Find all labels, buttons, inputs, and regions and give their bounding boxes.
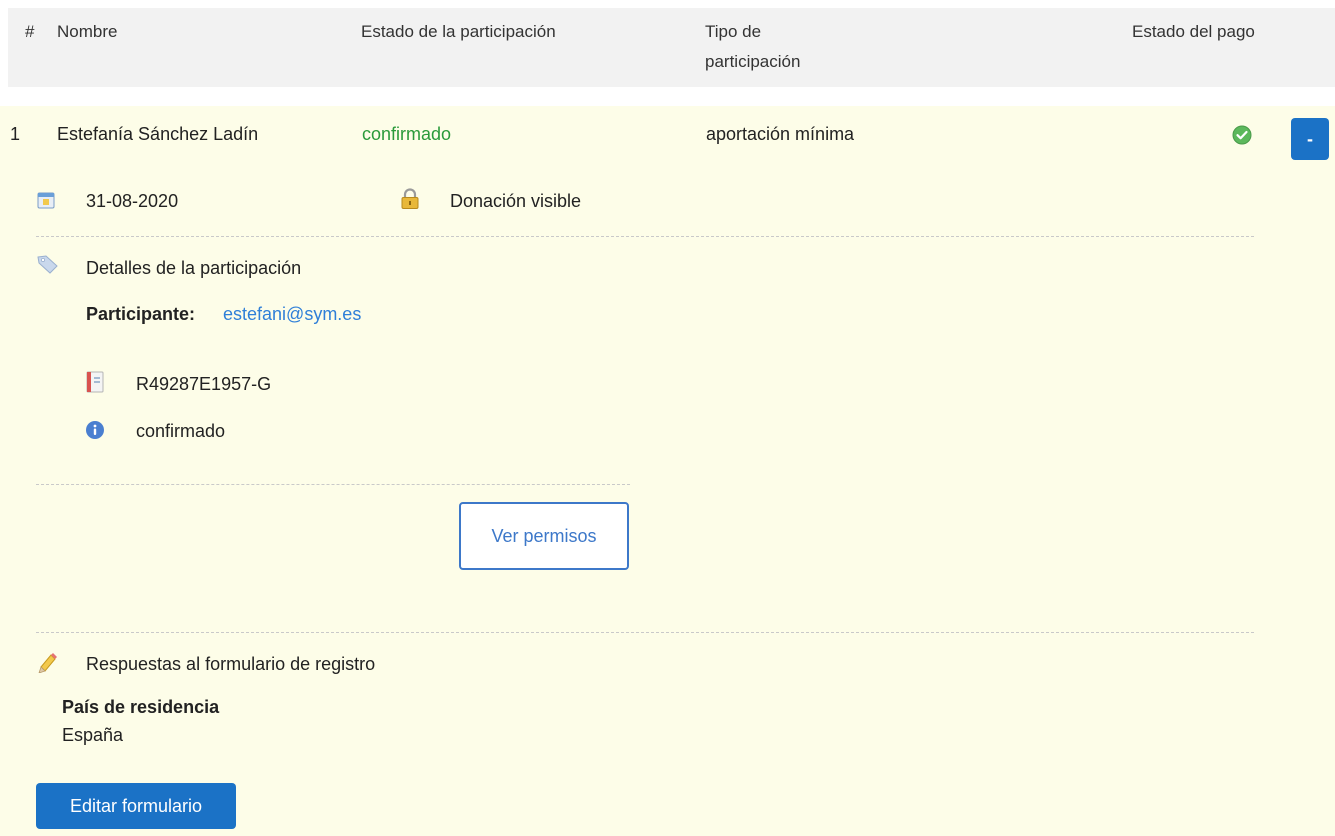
pencil-icon — [38, 653, 57, 673]
column-participation-type-header-line2: participación — [705, 52, 801, 71]
participation-reference: R49287E1957-G — [136, 374, 272, 394]
separator — [36, 632, 1254, 633]
lock-icon — [401, 188, 419, 209]
table-header: # Nombre Estado de la participación Tipo… — [8, 8, 1335, 87]
info-icon — [86, 421, 104, 439]
separator — [36, 236, 1254, 237]
participation-status: confirmado — [362, 124, 452, 144]
edit-form-button[interactable]: Editar formulario — [36, 783, 236, 829]
row-index: 1 — [10, 124, 21, 144]
column-participation-status-header: Estado de la participación — [361, 22, 556, 41]
book-icon — [86, 371, 104, 393]
column-name-header: Nombre — [57, 22, 118, 41]
separator — [36, 484, 630, 485]
visibility-status: Donación visible — [450, 191, 582, 211]
participant-name: Estefanía Sánchez Ladín — [57, 124, 259, 144]
column-payment-status-header: Estado del pago — [1132, 22, 1255, 41]
participation-details-title: Detalles de la participación — [86, 258, 302, 278]
participation-status-detail: confirmado — [136, 421, 226, 441]
table-row: 1 Estefanía Sánchez Ladín confirmado apo… — [0, 106, 1335, 836]
form-field-value: España — [62, 725, 124, 745]
form-answers-title: Respuestas al formulario de registro — [86, 654, 376, 674]
collapse-row-button[interactable]: - — [1291, 118, 1329, 160]
calendar-icon — [37, 192, 55, 209]
column-index-header: # — [25, 22, 35, 41]
participant-label: Participante: — [86, 304, 196, 324]
column-participation-type-header-line1: Tipo de — [705, 22, 762, 41]
check-circle-icon — [1232, 125, 1252, 145]
participant-email-link[interactable]: estefani@sym.es — [223, 302, 361, 326]
participation-date: 31-08-2020 — [86, 191, 179, 211]
tag-icon — [37, 255, 58, 274]
participation-type: aportación mínima — [706, 124, 855, 144]
view-permissions-button[interactable]: Ver permisos — [459, 502, 629, 570]
form-field-label: País de residencia — [62, 697, 220, 717]
participants-table: # Nombre Estado de la participación Tipo… — [0, 0, 1335, 836]
